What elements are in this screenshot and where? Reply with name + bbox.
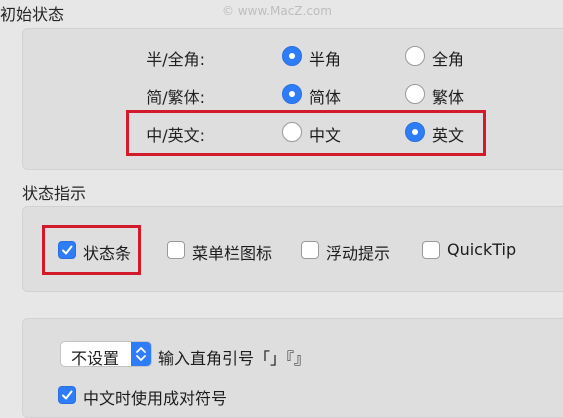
radio-fullwidth[interactable] bbox=[405, 46, 425, 66]
quote-style-select[interactable]: 不设置 bbox=[60, 341, 152, 368]
halfwidth-label: 半/全角: bbox=[146, 50, 205, 69]
initial-state-title: 初始状态 bbox=[0, 5, 65, 24]
radio-fullwidth-label: 全角 bbox=[432, 50, 465, 69]
checkbox-menubar-icon-label: 菜单栏图标 bbox=[192, 244, 273, 263]
checkbox-paired-symbols[interactable] bbox=[58, 386, 76, 404]
radio-simplified-label: 简体 bbox=[309, 88, 342, 107]
radio-halfwidth-label: 半角 bbox=[309, 50, 342, 69]
checkbox-floating-tip-label: 浮动提示 bbox=[326, 244, 391, 263]
chevron-updown-icon bbox=[131, 342, 151, 366]
checkmark-icon bbox=[62, 390, 73, 400]
radio-halfwidth[interactable] bbox=[282, 46, 302, 66]
highlight-box-status-bar bbox=[42, 225, 141, 275]
checkbox-quicktip[interactable] bbox=[422, 241, 440, 259]
checkbox-menubar-icon[interactable] bbox=[167, 241, 185, 259]
checkbox-quicktip-label: QuickTip bbox=[447, 240, 517, 259]
highlight-box-cn-en bbox=[126, 110, 486, 156]
watermark-text: www.MacZ.com bbox=[237, 4, 332, 18]
checkbox-floating-tip[interactable] bbox=[301, 241, 319, 259]
copyright-icon: © bbox=[222, 4, 234, 18]
simp-trad-label: 简/繁体: bbox=[146, 88, 205, 107]
watermark-logo: © www.MacZ.com bbox=[222, 4, 332, 18]
quote-style-description: 输入直角引号「」『』 bbox=[158, 349, 311, 368]
status-indicator-title: 状态指示 bbox=[22, 184, 87, 203]
checkbox-paired-symbols-label: 中文时使用成对符号 bbox=[83, 389, 228, 408]
radio-traditional[interactable] bbox=[405, 84, 425, 104]
radio-traditional-label: 繁体 bbox=[432, 88, 465, 107]
quote-style-value: 不设置 bbox=[71, 349, 120, 368]
radio-simplified[interactable] bbox=[282, 84, 302, 104]
